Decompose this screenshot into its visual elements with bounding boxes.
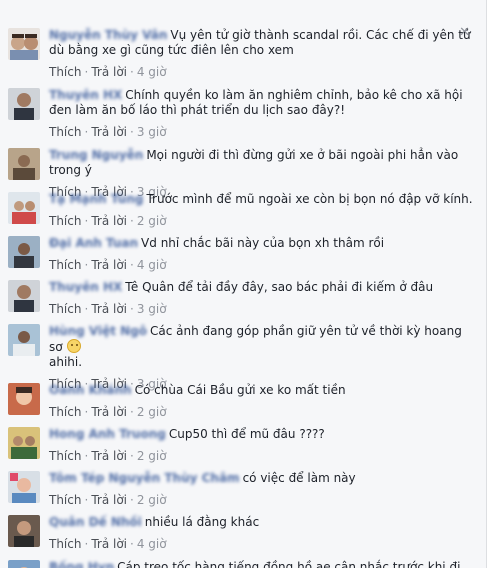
comment-time[interactable]: 2 giờ — [137, 405, 167, 419]
avatar[interactable] — [8, 560, 40, 568]
commenter-name[interactable]: Hong Anh Truong — [49, 427, 166, 441]
separator: · — [84, 537, 89, 551]
commenter-name[interactable]: Oanh Khánh — [49, 383, 132, 397]
like-link[interactable]: Thích — [49, 405, 81, 419]
separator: · — [130, 449, 134, 463]
avatar[interactable] — [8, 427, 40, 459]
commenter-name[interactable]: Tôm Tép Nguyễn Thùy Châm — [49, 471, 240, 485]
comment-time[interactable]: 2 giờ — [137, 493, 167, 507]
reply-link[interactable]: Trả lời — [91, 258, 127, 272]
commenter-name[interactable]: Hùng Việt Ngô — [49, 324, 147, 338]
comments-panel: ✕ Nguyễn Thùy Vân Vụ yên tử giờ thành sca… — [0, 0, 486, 568]
avatar[interactable] — [8, 383, 40, 415]
comment-text: Vd nhỉ chắc bãi này của bọn xh thâm rồi — [141, 236, 385, 250]
comment-time[interactable]: 4 giờ — [137, 65, 167, 79]
separator: · — [84, 449, 89, 463]
comment-time[interactable]: 3 giờ — [137, 302, 167, 316]
commenter-name[interactable]: Đại Anh Tuan — [49, 236, 138, 250]
commenter-name[interactable]: Trung Nguyễn — [49, 148, 143, 162]
reply-link[interactable]: Trả lời — [91, 125, 127, 139]
reply-link[interactable]: Trả lời — [91, 405, 127, 419]
avatar[interactable] — [8, 236, 40, 268]
reply-link[interactable]: Trả lời — [91, 65, 127, 79]
avatar[interactable] — [8, 192, 40, 224]
separator: · — [84, 258, 89, 272]
commenter-name[interactable]: Thuyên HX — [49, 280, 122, 294]
commenter-name[interactable]: Tạ Mạnh Tùng — [49, 192, 143, 206]
avatar[interactable] — [8, 148, 40, 180]
separator: · — [84, 65, 89, 79]
comment-text: có việc để làm này — [242, 471, 356, 485]
commenter-name[interactable]: Bống Hyn — [49, 560, 114, 568]
comment-text: nhiều lá đằng khác — [144, 515, 260, 529]
emoticon-icon — [66, 339, 81, 353]
comment-text: Cáp treo tốc hàng tiếng đồng hồ ae cân n… — [117, 560, 461, 568]
like-link[interactable]: Thích — [49, 302, 81, 316]
separator: · — [84, 493, 89, 507]
like-link[interactable]: Thích — [49, 493, 81, 507]
separator: · — [130, 405, 134, 419]
separator: · — [84, 302, 89, 316]
comment-time[interactable]: 4 giờ — [137, 258, 167, 272]
separator: · — [130, 537, 134, 551]
like-link[interactable]: Thích — [49, 65, 81, 79]
separator: · — [84, 125, 89, 139]
comment-time[interactable]: 2 giờ — [137, 449, 167, 463]
like-link[interactable]: Thích — [49, 537, 81, 551]
avatar[interactable] — [8, 28, 40, 60]
commenter-name[interactable]: Quân Dế Nhồi — [49, 515, 142, 529]
comment-time[interactable]: 4 giờ — [137, 537, 167, 551]
comment-text: Tê Quân để tải đầy đây, sao bác phải đi … — [125, 280, 434, 294]
comment-text: Cup50 thì để mũ đâu ???? — [168, 427, 325, 441]
separator: · — [130, 302, 134, 316]
separator: · — [84, 405, 89, 419]
commenter-name[interactable]: Nguyễn Thùy Vân — [49, 28, 167, 42]
like-link[interactable]: Thích — [49, 449, 81, 463]
avatar[interactable] — [8, 515, 40, 547]
reply-link[interactable]: Trả lời — [91, 302, 127, 316]
reply-link[interactable]: Trả lời — [91, 493, 127, 507]
avatar[interactable] — [8, 88, 40, 120]
comment-text-continued: ahihi. — [49, 355, 83, 369]
separator: · — [130, 125, 134, 139]
like-link[interactable]: Thích — [49, 125, 81, 139]
separator: · — [130, 493, 134, 507]
comment-text: Trước mình để mũ ngoài xe còn bị bọn nó … — [146, 192, 473, 206]
separator: · — [130, 65, 134, 79]
separator: · — [130, 214, 134, 228]
avatar[interactable] — [8, 324, 40, 356]
separator: · — [84, 214, 89, 228]
comment-time[interactable]: 3 giờ — [137, 125, 167, 139]
avatar[interactable] — [8, 280, 40, 312]
comment-text: Có chùa Cái Bầu gửi xe ko mất tiền — [134, 383, 346, 397]
like-link[interactable]: Thích — [49, 214, 81, 228]
reply-link[interactable]: Trả lời — [91, 537, 127, 551]
commenter-name[interactable]: Thuyên HX — [49, 88, 122, 102]
separator: · — [130, 258, 134, 272]
comment-time[interactable]: 2 giờ — [137, 214, 167, 228]
scrollbar[interactable] — [486, 0, 495, 568]
reply-link[interactable]: Trả lời — [91, 449, 127, 463]
avatar[interactable] — [8, 471, 40, 503]
like-link[interactable]: Thích — [49, 258, 81, 272]
reply-link[interactable]: Trả lời — [91, 214, 127, 228]
